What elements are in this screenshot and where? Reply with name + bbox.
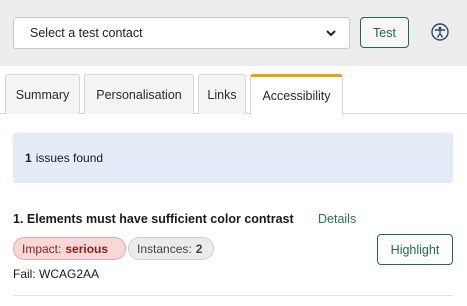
tab-label: Accessibility	[262, 89, 331, 103]
divider	[13, 295, 453, 296]
tab-accessibility[interactable]: Accessibility	[250, 74, 343, 115]
highlight-button-label: Highlight	[390, 242, 440, 257]
tab-personalisation[interactable]: Personalisation	[84, 74, 194, 114]
contact-select-value: Select a test contact	[30, 26, 143, 40]
accessibility-icon[interactable]	[431, 23, 449, 41]
impact-badge: Impact: serious	[13, 237, 126, 260]
tab-bar: Summary Personalisation Links Accessibil…	[0, 66, 467, 115]
toolbar: Select a test contact Test	[0, 0, 467, 66]
tab-label: Summary	[15, 87, 70, 102]
impact-label: Impact:	[22, 241, 62, 256]
chevron-down-icon	[326, 30, 336, 37]
fail-criteria: Fail: WCAG2AA	[13, 267, 100, 281]
tab-label: Personalisation	[96, 87, 182, 102]
instances-label: Instances:	[137, 241, 192, 256]
tab-links[interactable]: Links	[198, 74, 246, 114]
issues-summary: 1 issues found	[13, 133, 453, 183]
issues-summary-text: issues found	[35, 151, 104, 165]
issue-title: 1. Elements must have sufficient color c…	[13, 212, 294, 226]
impact-value: serious	[65, 241, 109, 256]
instances-value: 2	[195, 241, 203, 256]
contact-select[interactable]: Select a test contact	[13, 17, 350, 49]
issues-count: 1	[25, 151, 32, 165]
tab-summary[interactable]: Summary	[5, 74, 80, 114]
test-button[interactable]: Test	[360, 17, 409, 48]
details-link[interactable]: Details	[318, 212, 356, 226]
highlight-button[interactable]: Highlight	[377, 234, 453, 265]
test-button-label: Test	[373, 25, 396, 40]
tab-label: Links	[207, 87, 237, 102]
instances-badge: Instances: 2	[128, 237, 214, 260]
